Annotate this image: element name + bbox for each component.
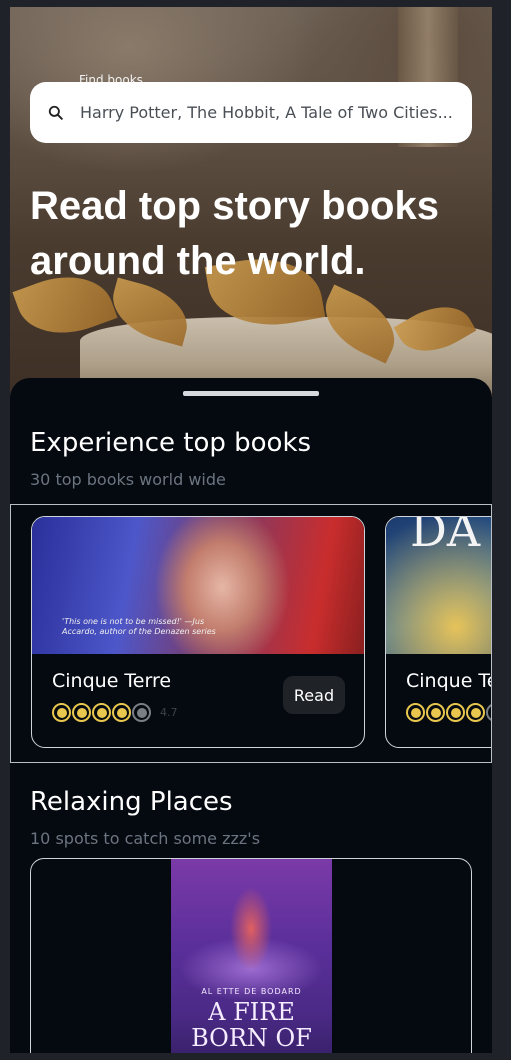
- hero-banner: Find books... Read top story books aroun…: [10, 7, 492, 407]
- star-icon: [406, 703, 425, 722]
- search-bar[interactable]: [30, 82, 472, 143]
- book-cover-image: DA: [386, 516, 491, 654]
- star-empty-icon: [132, 703, 151, 722]
- book-card[interactable]: 'This one is not to be missed!' —Jus Acc…: [31, 516, 365, 748]
- place-cover-image: AL ETTE DE BODARD A FIRE BORN OF: [171, 859, 332, 1053]
- book-card[interactable]: DA Cinque Te: [385, 516, 492, 748]
- cover-title: A FIRE BORN OF: [191, 998, 312, 1052]
- cover-quote: 'This one is not to be missed!' —Jus Acc…: [62, 617, 216, 636]
- star-rating: [406, 703, 491, 722]
- sheet-drag-handle[interactable]: [183, 391, 319, 396]
- books-carousel[interactable]: 'This one is not to be missed!' —Jus Acc…: [10, 504, 492, 763]
- read-button[interactable]: Read: [283, 676, 345, 714]
- star-icon: [426, 703, 445, 722]
- star-icon: [112, 703, 131, 722]
- place-card[interactable]: AL ETTE DE BODARD A FIRE BORN OF: [30, 858, 472, 1053]
- book-title: Cinque Te: [406, 670, 492, 692]
- star-icon: [466, 703, 485, 722]
- book-title: Cinque Terre: [52, 670, 172, 692]
- star-icon: [52, 703, 71, 722]
- star-icon: [446, 703, 465, 722]
- hero-title: Read top story books around the world.: [30, 184, 439, 283]
- star-rating: 4.7: [52, 703, 178, 722]
- search-input[interactable]: [80, 103, 455, 122]
- cover-author: AL ETTE DE BODARD: [201, 987, 302, 996]
- section-title-relaxing: Relaxing Places: [30, 787, 233, 817]
- section-subtitle-top-books: 30 top books world wide: [30, 470, 226, 489]
- section-subtitle-relaxing: 10 spots to catch some zzz's: [30, 829, 261, 848]
- bottom-sheet: Experience top books 30 top books world …: [10, 378, 492, 1053]
- book-cover-image: 'This one is not to be missed!' —Jus Acc…: [32, 517, 364, 654]
- app-screen: Find books... Read top story books aroun…: [10, 7, 492, 1053]
- star-empty-icon: [486, 703, 491, 722]
- star-icon: [92, 703, 111, 722]
- cover-text: DA: [410, 516, 481, 557]
- search-icon: [48, 105, 63, 120]
- rating-value: 4.7: [160, 706, 178, 719]
- section-title-top-books: Experience top books: [30, 428, 312, 458]
- star-icon: [72, 703, 91, 722]
